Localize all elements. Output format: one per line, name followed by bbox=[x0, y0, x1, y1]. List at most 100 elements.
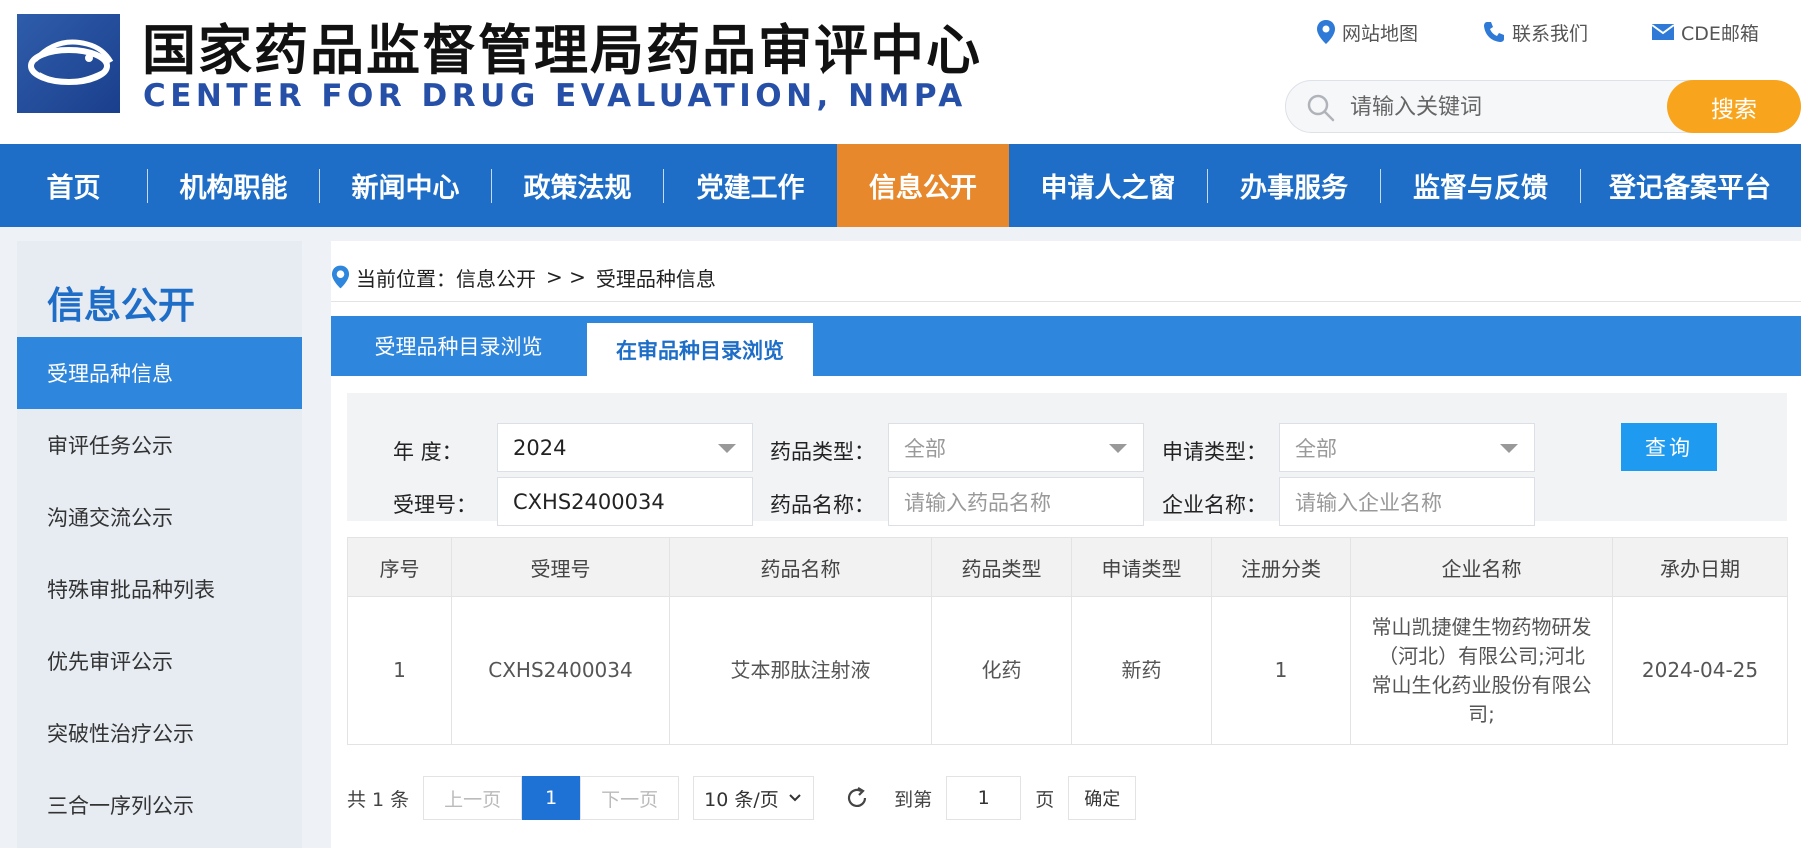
cell-date: 2024-04-25 bbox=[1612, 596, 1788, 745]
table-row[interactable]: 1 CXHS2400034 艾本那肽注射液 化药 新药 1 常山凯捷健生物药物研… bbox=[347, 596, 1788, 745]
sidebar-item-three-in-one[interactable]: 三合一序列公示 bbox=[17, 769, 302, 841]
page-button-1[interactable]: 1 bbox=[522, 776, 581, 820]
col-header-drug-name: 药品名称 bbox=[669, 537, 932, 597]
apply-type-select[interactable]: 全部 bbox=[1279, 423, 1535, 472]
company-name-placeholder: 请输入企业名称 bbox=[1295, 490, 1442, 515]
nav-item-feedback[interactable]: 监督与反馈 bbox=[1381, 144, 1580, 227]
tab-under-review-catalog[interactable]: 在审品种目录浏览 bbox=[587, 323, 813, 376]
cell-drug-name: 艾本那肽注射液 bbox=[669, 596, 932, 745]
site-title-cn: 国家药品监督管理局药品审评中心 bbox=[142, 19, 982, 82]
sitemap-link[interactable]: 网站地图 bbox=[1316, 19, 1418, 46]
site-header: 国家药品监督管理局药品审评中心 CENTER FOR DRUG EVALUATI… bbox=[0, 0, 1801, 144]
accept-no-value: CXHS2400034 bbox=[513, 489, 665, 514]
sidebar-item-special-approval[interactable]: 特殊审批品种列表 bbox=[17, 553, 302, 625]
next-page-button[interactable]: 下一页 bbox=[580, 776, 680, 820]
sidebar-item-priority-review[interactable]: 优先审评公示 bbox=[17, 625, 302, 697]
mail-icon bbox=[1651, 24, 1675, 40]
col-header-apply-type: 申请类型 bbox=[1071, 537, 1212, 597]
result-table: 序号 受理号 药品名称 药品类型 申请类型 注册分类 企业名称 承办日期 1 C… bbox=[347, 537, 1788, 745]
top-links: 网站地图 联系我们 CDE邮箱 bbox=[1316, 18, 1759, 46]
goto-label: 到第 bbox=[894, 788, 933, 811]
contact-link[interactable]: 联系我们 bbox=[1482, 19, 1588, 46]
year-select[interactable]: 2024 bbox=[497, 423, 753, 472]
location-pin-icon bbox=[331, 265, 350, 289]
apply-type-select-value: 全部 bbox=[1295, 436, 1337, 461]
col-header-index: 序号 bbox=[347, 537, 452, 597]
col-header-reg-class: 注册分类 bbox=[1211, 537, 1351, 597]
year-select-value: 2024 bbox=[513, 435, 567, 460]
col-header-accept-no: 受理号 bbox=[451, 537, 670, 597]
nav-item-news[interactable]: 新闻中心 bbox=[320, 144, 491, 227]
company-label: 企业名称： bbox=[1162, 493, 1267, 517]
goto-page-input[interactable] bbox=[946, 776, 1022, 820]
tabs-bar: 受理品种目录浏览 在审品种目录浏览 bbox=[331, 316, 1801, 376]
drug-name-input[interactable]: 请输入药品名称 bbox=[888, 477, 1144, 526]
sitemap-label: 网站地图 bbox=[1342, 22, 1419, 45]
main-nav: 首页 机构职能 新闻中心 政策法规 党建工作 信息公开 申请人之窗 办事服务 监… bbox=[0, 144, 1801, 227]
main-content: 当前位置： 信息公开 > > 受理品种信息 受理品种目录浏览 在审品种目录浏览 … bbox=[331, 241, 1801, 848]
cell-company: 常山凯捷健生物药物研发（河北）有限公司;河北常山生化药业股份有限公司; bbox=[1350, 596, 1613, 745]
refresh-icon bbox=[848, 787, 867, 807]
sidebar-item-review-tasks[interactable]: 审评任务公示 bbox=[17, 409, 302, 481]
search-input[interactable] bbox=[1350, 87, 1650, 127]
sidebar-item-breakthrough[interactable]: 突破性治疗公示 bbox=[17, 697, 302, 769]
sidebar-item-accepted-info[interactable]: 受理品种信息 bbox=[17, 337, 302, 409]
sidebar-title: 信息公开 bbox=[47, 284, 195, 327]
col-header-drug-type: 药品类型 bbox=[931, 537, 1072, 597]
drug-type-label: 药品类型： bbox=[770, 440, 875, 464]
tab-accepted-catalog[interactable]: 受理品种目录浏览 bbox=[331, 316, 586, 376]
chevron-down-icon bbox=[789, 794, 801, 802]
nav-item-policy[interactable]: 政策法规 bbox=[492, 144, 663, 227]
cde-logo[interactable] bbox=[17, 14, 120, 113]
nav-item-info-disclosure[interactable]: 信息公开 bbox=[837, 144, 1009, 227]
sidebar-item-communication[interactable]: 沟通交流公示 bbox=[17, 481, 302, 553]
search-button[interactable]: 搜索 bbox=[1667, 80, 1801, 133]
drug-name-label: 药品名称： bbox=[770, 493, 875, 517]
cell-apply-type: 新药 bbox=[1071, 596, 1212, 745]
query-button[interactable]: 查询 bbox=[1621, 423, 1717, 471]
filter-panel: 年 度： 2024 药品类型： 全部 申请类型： 全部 受理号： CXHS240… bbox=[347, 393, 1787, 526]
map-pin-icon bbox=[1317, 20, 1335, 44]
cell-accept-no: CXHS2400034 bbox=[451, 596, 670, 745]
pagination: 共 1 条 上一页 1 下一页 10 条/页 到第 页 确定 bbox=[347, 776, 1137, 820]
site-title-en: CENTER FOR DRUG EVALUATION, NMPA bbox=[143, 78, 967, 114]
col-header-company: 企业名称 bbox=[1350, 537, 1613, 597]
company-name-input[interactable]: 请输入企业名称 bbox=[1279, 477, 1535, 526]
page-size-select[interactable]: 10 条/页 bbox=[693, 776, 815, 820]
phone-icon bbox=[1484, 22, 1505, 42]
breadcrumb-separator: > > bbox=[546, 265, 586, 289]
cde-mail-label: CDE邮箱 bbox=[1681, 22, 1759, 45]
page-size-value: 10 条/页 bbox=[704, 788, 779, 811]
nav-item-services[interactable]: 办事服务 bbox=[1208, 144, 1380, 227]
cde-mail-link[interactable]: CDE邮箱 bbox=[1651, 19, 1759, 46]
drug-type-select[interactable]: 全部 bbox=[888, 423, 1144, 472]
prev-page-button[interactable]: 上一页 bbox=[423, 776, 523, 820]
contact-label: 联系我们 bbox=[1512, 22, 1589, 45]
chevron-down-icon bbox=[1109, 444, 1127, 453]
nav-item-party[interactable]: 党建工作 bbox=[664, 144, 837, 227]
nav-item-applicant[interactable]: 申请人之窗 bbox=[1009, 144, 1207, 227]
goto-confirm-button[interactable]: 确定 bbox=[1068, 776, 1137, 820]
apply-type-label: 申请类型： bbox=[1162, 440, 1267, 464]
nav-item-functions[interactable]: 机构职能 bbox=[148, 144, 319, 227]
nav-item-home[interactable]: 首页 bbox=[0, 144, 147, 227]
chevron-down-icon bbox=[718, 444, 736, 453]
cell-drug-type: 化药 bbox=[931, 596, 1072, 745]
nav-item-registration[interactable]: 登记备案平台 bbox=[1581, 144, 1799, 227]
drug-name-placeholder: 请输入药品名称 bbox=[904, 490, 1051, 515]
breadcrumb-divider bbox=[331, 301, 1801, 302]
table-header-row: 序号 受理号 药品名称 药品类型 申请类型 注册分类 企业名称 承办日期 bbox=[347, 537, 1788, 597]
refresh-button[interactable] bbox=[844, 785, 870, 811]
accept-no-input[interactable]: CXHS2400034 bbox=[497, 477, 753, 526]
year-label: 年 度： bbox=[393, 440, 463, 464]
breadcrumb: 当前位置： 信息公开 > > 受理品种信息 bbox=[331, 261, 716, 293]
breadcrumb-section[interactable]: 信息公开 bbox=[456, 263, 536, 292]
accept-no-label: 受理号： bbox=[393, 493, 477, 517]
sidebar-list: 受理品种信息 审评任务公示 沟通交流公示 特殊审批品种列表 优先审评公示 突破性… bbox=[17, 337, 302, 841]
sidebar: 信息公开 受理品种信息 审评任务公示 沟通交流公示 特殊审批品种列表 优先审评公… bbox=[17, 241, 302, 848]
cell-index: 1 bbox=[347, 596, 452, 745]
cde-logo-icon bbox=[28, 39, 114, 85]
search-icon bbox=[1307, 94, 1335, 122]
chevron-down-icon bbox=[1500, 444, 1518, 453]
goto-unit: 页 bbox=[1035, 788, 1055, 811]
